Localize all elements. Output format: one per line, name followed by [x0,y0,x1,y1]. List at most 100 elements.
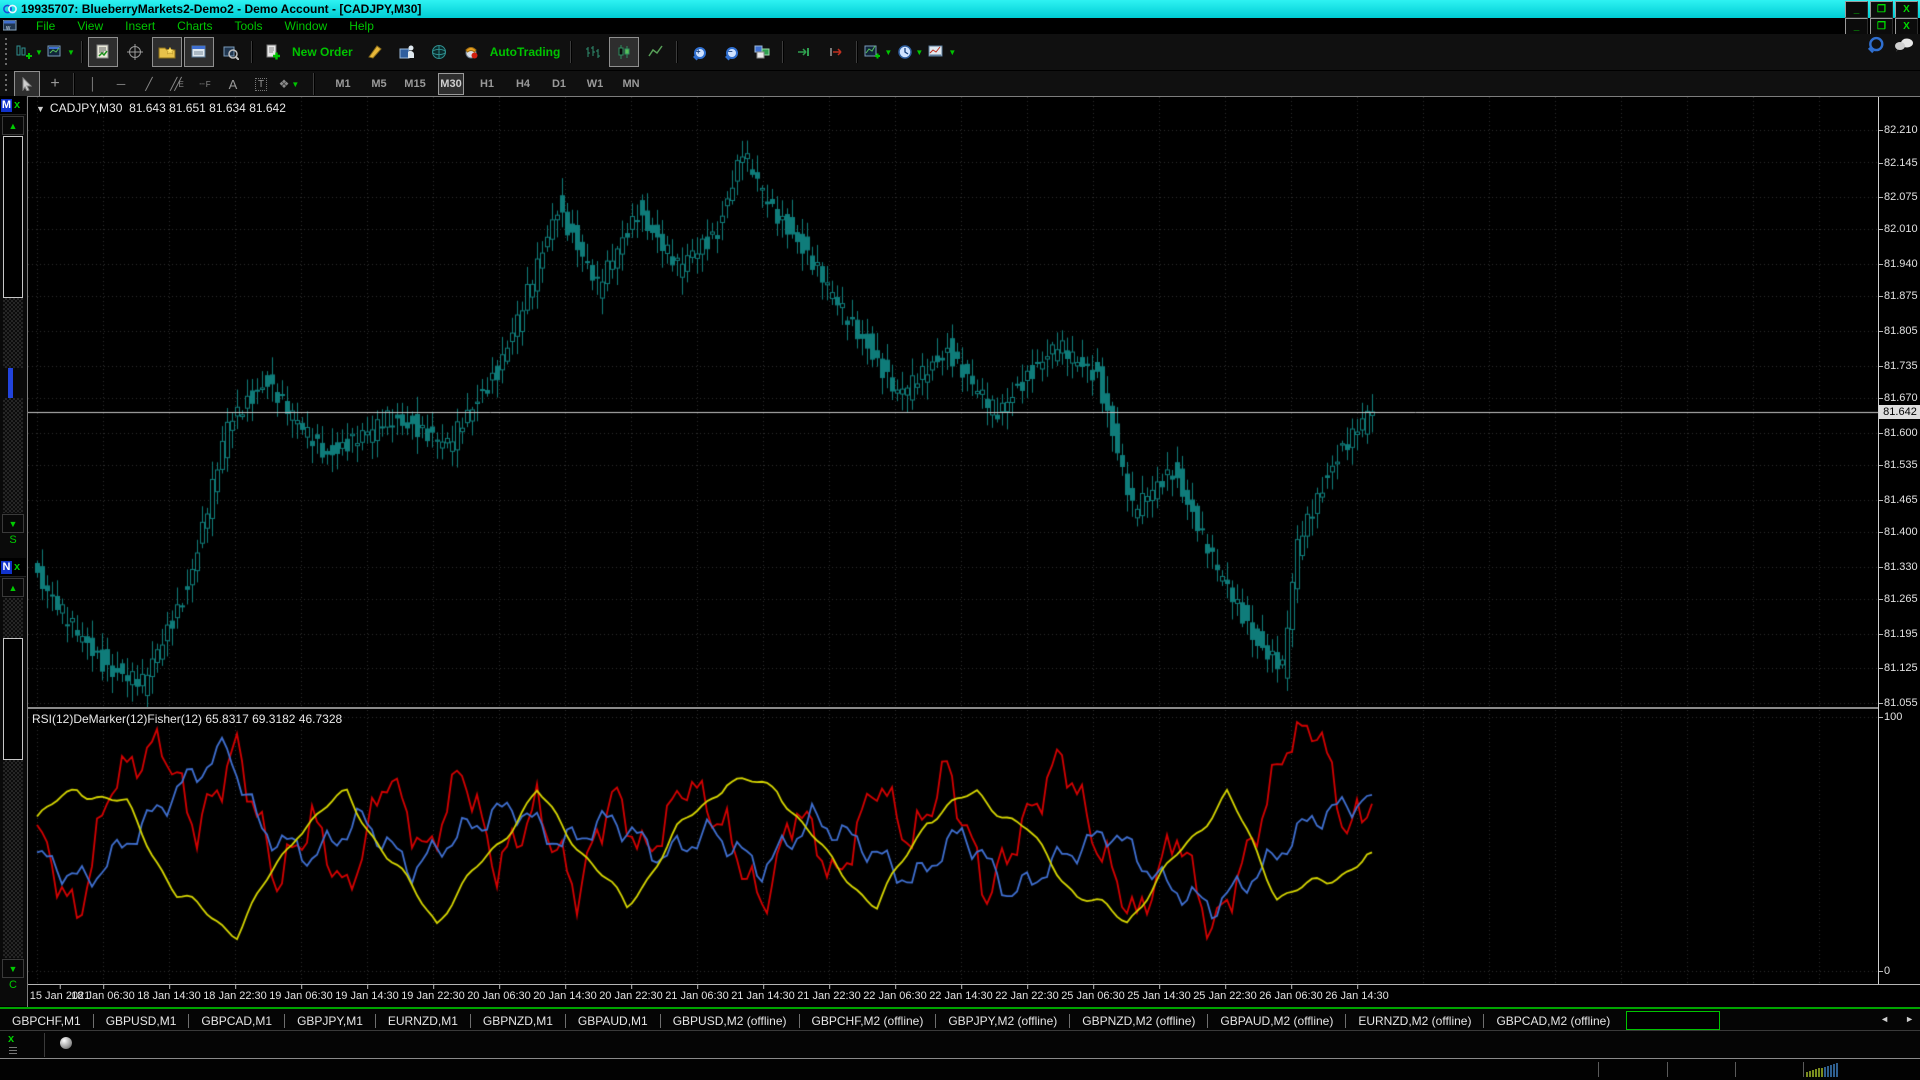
scrollbar-track[interactable] [3,760,23,958]
bar-chart-button[interactable] [577,37,607,67]
tab-gbpnzd-m2-offline-[interactable]: GBPNZD,M2 (offline) [1070,1012,1207,1030]
menu-item-file[interactable]: File [25,18,66,34]
zoom-out-button[interactable]: − [715,37,745,67]
equidistant-channel-button[interactable]: ╱╱E [164,71,190,97]
restore-button[interactable]: ❐ [1870,1,1893,18]
chevron-down-icon[interactable]: ▼ [36,104,45,114]
scrollbar-thumb[interactable] [3,638,23,760]
market-watch-header[interactable]: M x [0,96,26,115]
close-icon[interactable]: x [8,1033,14,1045]
tile-windows-button[interactable] [747,37,777,67]
fibonacci-button[interactable]: ┄F [192,71,218,97]
scrollbar-track[interactable] [3,298,23,368]
navigator-button[interactable] [152,37,182,67]
child-close-button[interactable]: X [1895,18,1918,35]
scrollbar-track[interactable] [3,398,23,513]
tab-gbpaud-m1[interactable]: GBPAUD,M1 [566,1012,660,1030]
tab-eurnzd-m1[interactable]: EURNZD,M1 [376,1012,470,1030]
text-button[interactable]: A [220,71,246,97]
toolbar-grip[interactable] [3,74,10,95]
arrows-button[interactable]: ❖ ▼ [276,71,302,97]
tab-gbpjpy-m2-offline-[interactable]: GBPJPY,M2 (offline) [936,1012,1069,1030]
data-window-button[interactable] [120,37,150,67]
autotrading-button[interactable] [456,37,486,67]
market-watch-button[interactable] [88,37,118,67]
timeframe-h4-button[interactable]: H4 [510,73,536,95]
profiles-button[interactable]: ▼ [46,37,76,67]
close-icon[interactable]: x [14,561,20,573]
zoom-in-button[interactable]: + [683,37,713,67]
price-chart-canvas[interactable] [28,97,1878,707]
child-minimize-button[interactable]: _ [1845,18,1868,35]
vertical-line-button[interactable]: │ [80,71,106,97]
timeframe-w1-button[interactable]: W1 [582,73,608,95]
tab-scroll-left-icon[interactable]: ◄ [1880,1014,1889,1024]
menu-item-insert[interactable]: Insert [114,18,166,34]
tab-gbpusd-m2-offline-[interactable]: GBPUSD,M2 (offline) [661,1012,799,1030]
line-chart-button[interactable] [641,37,671,67]
search-icon[interactable] [1868,37,1881,50]
tab-gbpcad-m2-offline-[interactable]: GBPCAD,M2 (offline) [1484,1012,1622,1030]
text-label-button[interactable]: T [248,71,274,97]
tab-gbpchf-m1[interactable]: GBPCHF,M1 [0,1012,93,1030]
expert-advisors-button[interactable] [424,37,454,67]
scroll-down-button[interactable]: ▼ [2,514,24,533]
time-axis[interactable]: 15 Jan 202118 Jan 06:3018 Jan 14:3018 Ja… [28,984,1920,1008]
menu-item-view[interactable]: View [66,18,114,34]
tab-gbpchf-m2-offline-[interactable]: GBPCHF,M2 (offline) [800,1012,936,1030]
chart-shift-button[interactable] [821,37,851,67]
candlestick-chart-button[interactable] [609,37,639,67]
metaeditor-button[interactable] [360,37,390,67]
timeframe-m1-button[interactable]: M1 [330,73,356,95]
timeframe-mn-button[interactable]: MN [618,73,644,95]
periods-button[interactable]: ▼ [895,37,925,67]
market-watch-tab-label[interactable]: S [0,534,26,546]
timeframe-m5-button[interactable]: M5 [366,73,392,95]
scroll-down-button[interactable]: ▼ [2,959,24,978]
tab-gbpaud-m2-offline-[interactable]: GBPAUD,M2 (offline) [1208,1012,1345,1030]
auto-scroll-button[interactable] [789,37,819,67]
cursor-button[interactable] [14,71,40,97]
minimize-button[interactable]: _ [1845,1,1868,18]
mql5-market-button[interactable] [392,37,422,67]
tab-cadjpy-active[interactable] [1626,1011,1720,1030]
new-order-button[interactable] [258,37,288,67]
menu-item-tools[interactable]: Tools [224,18,274,34]
scrollbar-thumb[interactable] [3,136,23,298]
close-button[interactable]: X [1895,1,1918,18]
tab-gbpjpy-m1[interactable]: GBPJPY,M1 [285,1012,375,1030]
child-restore-button[interactable]: ❐ [1870,18,1893,35]
indicator-chart-canvas[interactable] [28,710,1878,984]
navigator-header[interactable]: N x [0,558,26,577]
close-icon[interactable]: x [14,99,20,111]
timeframe-m15-button[interactable]: M15 [402,73,428,95]
trendline-button[interactable]: ╱ [136,71,162,97]
tab-gbpcad-m1[interactable]: GBPCAD,M1 [189,1012,284,1030]
price-axis[interactable]: 82.21082.14582.07582.01081.94081.87581.8… [1878,97,1920,984]
indicators-button[interactable]: ▼ [863,37,893,67]
menu-item-help[interactable]: Help [338,18,385,34]
toolbar-grip[interactable] [3,38,10,67]
scroll-up-button[interactable]: ▲ [2,116,24,135]
timeframe-h1-button[interactable]: H1 [474,73,500,95]
scroll-up-button[interactable]: ▲ [2,578,24,597]
terminal-grip[interactable] [9,1047,17,1056]
new-order-label[interactable]: New Order [292,45,353,59]
templates-button[interactable]: ▼ [927,37,957,67]
timeframe-m30-button[interactable]: M30 [438,73,464,95]
menu-item-charts[interactable]: Charts [166,18,223,34]
navigator-tab-label[interactable]: C [0,979,26,991]
crosshair-button[interactable]: + [42,71,68,97]
timeframe-d1-button[interactable]: D1 [546,73,572,95]
strategy-tester-button[interactable] [216,37,246,67]
autotrading-label[interactable]: AutoTrading [490,45,561,59]
tab-eurnzd-m2-offline-[interactable]: EURNZD,M2 (offline) [1346,1012,1483,1030]
new-chart-button[interactable]: ▼ [14,37,44,67]
tab-gbpnzd-m1[interactable]: GBPNZD,M1 [471,1012,565,1030]
tab-scroll-right-icon[interactable]: ► [1905,1014,1914,1024]
scrollbar-track[interactable] [3,598,23,638]
horizontal-line-button[interactable]: ─ [108,71,134,97]
terminal-button[interactable] [184,37,214,67]
tab-gbpusd-m1[interactable]: GBPUSD,M1 [94,1012,189,1030]
menu-item-window[interactable]: Window [274,18,339,34]
